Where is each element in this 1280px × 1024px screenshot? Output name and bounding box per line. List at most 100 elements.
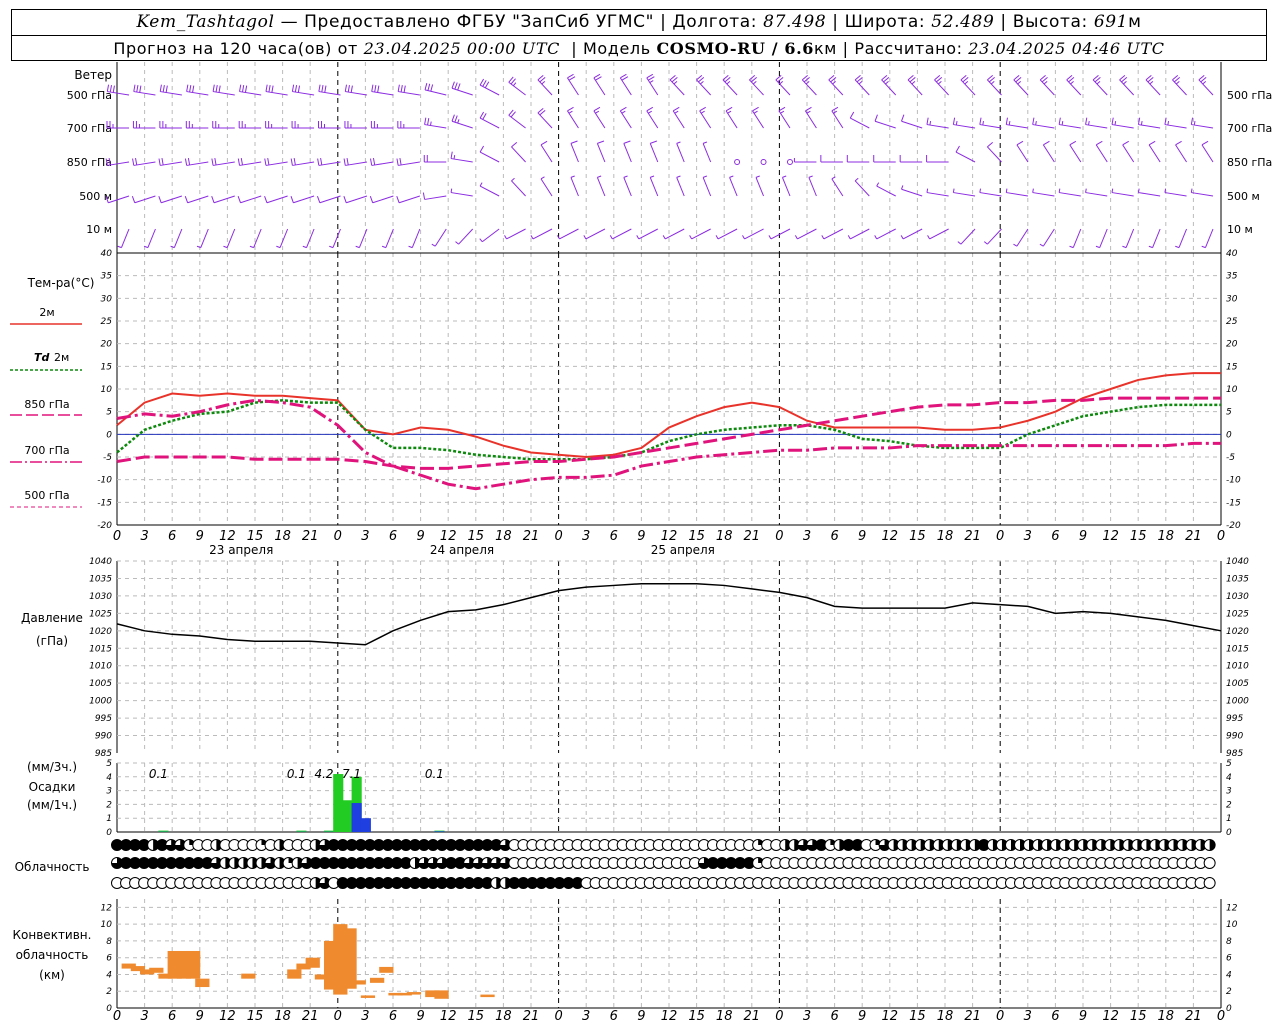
conv-label-3: (км)	[39, 968, 65, 982]
wind-level-label-right: 10 м	[1227, 223, 1253, 236]
wind-barb-feather	[1149, 81, 1154, 85]
wind-barb-feather	[700, 81, 704, 85]
wind-barb-feather	[621, 110, 626, 114]
wind-barb-feather	[597, 175, 602, 178]
wind-barb-feather	[1140, 121, 1143, 126]
temp-hour-label: 12	[440, 529, 457, 544]
wind-barb	[559, 228, 579, 240]
temp-tick-right: 15	[1226, 362, 1238, 372]
wind-barb-feather	[952, 188, 955, 193]
temp-tick-left: -5	[103, 453, 112, 463]
temp-tick-left: 35	[101, 272, 113, 282]
wind-barb	[1059, 192, 1081, 197]
wind-level-label-left: 10 м	[86, 223, 112, 236]
wind-barb-feather	[648, 110, 652, 114]
calm-circle	[734, 159, 741, 165]
wind-barb	[147, 228, 156, 248]
wind-barb	[986, 228, 1002, 245]
wind-barb	[173, 228, 183, 248]
wind-barb-feather	[117, 245, 122, 249]
precip-label-2: Осадки	[29, 780, 76, 794]
wind-barb-feather	[479, 78, 485, 86]
legend-td-label: 2м	[54, 351, 69, 364]
wind-barb	[850, 228, 870, 240]
conv-cloud-bar	[342, 928, 357, 989]
wind-barb-feather	[1005, 117, 1008, 125]
wind-barb	[450, 192, 473, 197]
wind-barb-feather	[457, 119, 460, 124]
precip-tick-right: 0	[1226, 828, 1232, 838]
wind-barb	[411, 228, 421, 248]
temp-hour-label: 12	[219, 529, 236, 544]
wind-barb	[186, 161, 209, 166]
pressure-tick-left: 1000	[89, 697, 112, 707]
wind-barb	[876, 185, 896, 197]
wind-barb-feather	[135, 157, 138, 166]
wind-level-label-left: 500 м	[79, 190, 112, 203]
wind-barb-feather	[957, 241, 962, 245]
calm-circle	[760, 159, 767, 165]
wind-barb-feather	[1085, 117, 1088, 125]
pressure-label-1: Давление	[21, 611, 83, 625]
conv-hour-label: 12	[661, 1009, 678, 1024]
wind-barb-feather	[595, 76, 602, 81]
wind-barb-feather	[162, 85, 165, 93]
wind-barb	[612, 228, 632, 240]
wind-barb-feather	[646, 73, 654, 79]
conv-cloud-bar	[351, 980, 366, 985]
conv-tick-left: 4	[106, 970, 112, 980]
wind-barb-feather	[1193, 121, 1196, 126]
wind-barb-feather	[344, 84, 347, 92]
wind-barb	[458, 228, 474, 245]
temp-hour-label: 15	[247, 529, 264, 544]
wind-barb	[649, 177, 659, 197]
wind-barb	[744, 228, 764, 240]
wind-barb-feather	[186, 84, 189, 92]
cloud-symbol-fill	[1209, 839, 1216, 851]
wind-barb-feather	[482, 113, 487, 120]
wind-barb-feather	[849, 111, 855, 119]
precip-bar-1h	[351, 803, 362, 832]
wind-barb	[213, 161, 235, 166]
wind-barb-feather	[702, 141, 708, 144]
wind-barb	[979, 192, 1002, 197]
conv-hour-label: 15	[909, 1009, 926, 1024]
wind-barb-feather	[1122, 245, 1127, 249]
wind-barb-feather	[541, 81, 546, 85]
pressure-tick-right: 1010	[1226, 662, 1249, 672]
temp-hour-label: 18	[274, 529, 291, 544]
wind-barb	[121, 228, 130, 248]
precip-tick-left: 5	[106, 759, 112, 769]
temp-hour-label: 18	[716, 529, 733, 544]
wind-barb	[1122, 144, 1135, 163]
wind-barb	[511, 146, 526, 163]
pressure-tick-left: 1010	[89, 662, 112, 672]
wind-barb	[424, 195, 447, 200]
wind-barb	[481, 228, 500, 243]
conv-cloud-bar	[241, 973, 256, 979]
wind-barb-feather	[568, 110, 573, 114]
wind-barb	[1111, 192, 1134, 197]
wind-barb-feather	[291, 84, 295, 92]
pressure-tick-right: 1005	[1226, 679, 1249, 689]
temp-hour-label: 18	[1158, 529, 1175, 544]
wind-barb-feather	[347, 85, 350, 93]
temp-tick-left: 30	[101, 294, 113, 304]
wind-barb-feather	[381, 245, 387, 249]
wind-barb-feather	[1043, 81, 1048, 85]
wind-barb-feather	[567, 106, 574, 112]
wind-barb-feather	[479, 182, 483, 187]
temp-tick-left: -10	[97, 476, 112, 486]
wind-barb-feather	[297, 85, 301, 93]
temp-hour-label: 3	[582, 529, 590, 544]
wind-barb-feather	[1043, 140, 1050, 146]
precip-tick-right: 4	[1226, 773, 1232, 783]
wind-barb	[664, 228, 685, 240]
pressure-tick-right: 995	[1226, 714, 1243, 724]
wind-barb	[1085, 192, 1108, 197]
wind-barb	[345, 161, 368, 166]
conv-hour-label: 15	[468, 1009, 485, 1024]
wind-barb	[649, 143, 659, 163]
wind-barb	[1072, 228, 1082, 248]
wind-barb-feather	[293, 157, 296, 166]
